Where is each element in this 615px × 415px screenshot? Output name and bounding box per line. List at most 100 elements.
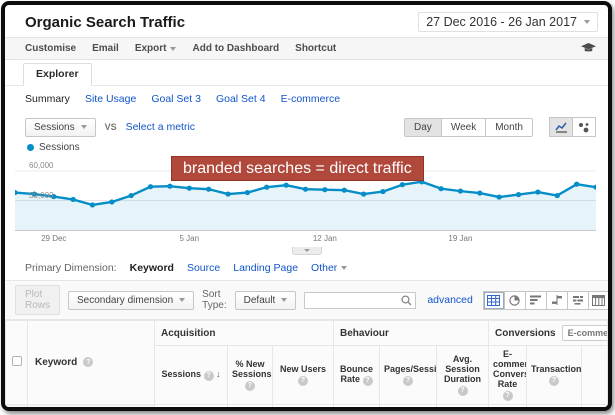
comparison-icon [551, 295, 562, 305]
search-input[interactable] [304, 291, 417, 309]
subnav-summary[interactable]: Summary [25, 93, 70, 105]
search-icon[interactable] [401, 294, 412, 306]
help-icon[interactable] [549, 375, 560, 386]
data-point[interactable] [186, 185, 193, 191]
chevron-down-icon [341, 266, 348, 270]
chart-collapse-handle[interactable] [291, 247, 322, 255]
data-point[interactable] [147, 184, 154, 190]
primary-dimension-label: Primary Dimension: [25, 262, 117, 274]
dimension-source[interactable]: Source [187, 262, 220, 274]
view-performance-button[interactable] [524, 290, 547, 310]
data-point[interactable] [477, 190, 483, 196]
subnav-goal-set-4[interactable]: Goal Set 4 [216, 93, 266, 105]
view-comparison-button[interactable] [545, 290, 568, 310]
data-point[interactable] [573, 181, 580, 187]
data-point[interactable] [457, 188, 464, 194]
data-point[interactable] [554, 192, 560, 199]
data-point[interactable] [438, 186, 444, 192]
academy-button[interactable] [581, 43, 596, 54]
totals-revenue-partial: RON [586, 410, 601, 412]
y-axis-label: 30,000 [29, 191, 54, 201]
column-bounce-rate[interactable]: Bounce Rate [333, 345, 380, 405]
x-axis-labels: 29 Dec 5 Jan 12 Jan 19 Jan [15, 234, 596, 246]
subnav-site-usage[interactable]: Site Usage [85, 93, 136, 105]
dimension-keyword[interactable]: Keyword [130, 262, 174, 274]
data-point[interactable] [399, 182, 406, 188]
granularity-day[interactable]: Day [404, 117, 442, 137]
data-point[interactable] [302, 186, 309, 192]
data-point[interactable] [244, 190, 251, 196]
help-icon[interactable] [203, 370, 214, 381]
data-point[interactable] [515, 192, 522, 198]
data-point[interactable] [341, 187, 347, 193]
email-button[interactable]: Email [92, 43, 119, 54]
pivot-view-icon [592, 294, 606, 306]
column-ecommerce-rate[interactable]: E-commerce Conversion Rate [488, 345, 528, 405]
dimension-other-menu[interactable]: Other [311, 262, 348, 274]
chart-legend: Sessions [5, 139, 608, 153]
select-metric-link[interactable]: Select a metric [126, 121, 195, 133]
data-point[interactable] [70, 196, 76, 203]
term-cloud-icon [572, 296, 583, 305]
column-transactions[interactable]: Transactions [526, 345, 583, 405]
column-sessions[interactable]: Sessions ↓ [154, 345, 228, 405]
dimension-landing-page[interactable]: Landing Page [233, 262, 298, 274]
granularity-month[interactable]: Month [485, 117, 533, 137]
sort-type-dropdown[interactable]: Default [234, 290, 297, 310]
add-to-dashboard-button[interactable]: Add to Dashboard [192, 43, 279, 54]
pie-chart-icon [509, 294, 521, 306]
metric-dropdown[interactable]: Sessions [25, 117, 96, 137]
help-icon[interactable] [245, 380, 255, 391]
data-point[interactable] [496, 194, 502, 200]
sort-type-label: Sort Type: [202, 289, 227, 311]
column-avg-duration[interactable]: Avg. Session Duration [435, 345, 490, 405]
data-point[interactable] [264, 184, 270, 190]
help-icon[interactable] [403, 375, 413, 386]
help-icon[interactable] [362, 375, 373, 386]
totals-ecommerce: 3.89% [495, 410, 520, 412]
subnav-ecommerce[interactable]: E-commerce [281, 93, 341, 105]
data-point[interactable] [535, 189, 541, 195]
plot-rows-button[interactable]: Plot Rows [15, 285, 60, 315]
select-all-checkbox[interactable] [11, 356, 22, 367]
data-point[interactable] [167, 183, 173, 189]
data-point[interactable] [225, 191, 231, 197]
export-menu[interactable]: Export [135, 43, 177, 54]
view-percentage-button[interactable] [503, 290, 526, 310]
subnav-goal-set-3[interactable]: Goal Set 3 [151, 93, 201, 105]
view-pivot-button[interactable] [587, 290, 608, 310]
column-new-users[interactable]: New Users [272, 345, 334, 405]
data-point[interactable] [360, 191, 367, 197]
advanced-search-link[interactable]: advanced [427, 294, 473, 306]
view-table-button[interactable] [482, 290, 505, 310]
column-revenue-partial[interactable] [581, 345, 608, 405]
data-point[interactable] [128, 192, 134, 199]
conversions-selector[interactable]: E-commerce [561, 325, 607, 341]
data-point[interactable] [205, 186, 212, 192]
totals-duration: 00:06:20 [443, 410, 482, 412]
column-pages-session[interactable]: Pages/Session [379, 345, 437, 405]
data-point[interactable] [322, 187, 328, 193]
help-icon[interactable] [83, 357, 94, 368]
help-icon[interactable] [502, 390, 513, 401]
tab-explorer[interactable]: Explorer [23, 63, 92, 86]
line-chart-button[interactable] [549, 117, 573, 137]
data-point[interactable] [109, 199, 115, 205]
shortcut-button[interactable]: Shortcut [295, 43, 336, 54]
customise-button[interactable]: Customise [25, 43, 76, 54]
column-new-sessions[interactable]: % New Sessions [227, 345, 273, 405]
help-icon[interactable] [457, 385, 468, 396]
data-point[interactable] [283, 182, 289, 188]
motion-chart-button[interactable] [572, 117, 596, 137]
keyword-column-header[interactable]: Keyword [27, 320, 155, 405]
date-range-selector[interactable]: 27 Dec 2016 - 26 Jan 2017 [418, 12, 598, 32]
data-point[interactable] [89, 202, 96, 208]
help-icon[interactable] [298, 375, 308, 386]
data-point[interactable] [380, 189, 386, 195]
y-axis-label: 60,000 [29, 161, 54, 171]
secondary-dimension-dropdown[interactable]: Secondary dimension [68, 290, 195, 310]
view-term-cloud-button[interactable] [566, 290, 589, 310]
x-axis-label: 5 Jan [179, 234, 200, 243]
granularity-week[interactable]: Week [440, 117, 487, 137]
keywords-table: Keyword Acquisition Behaviour Conversion… [5, 320, 608, 412]
